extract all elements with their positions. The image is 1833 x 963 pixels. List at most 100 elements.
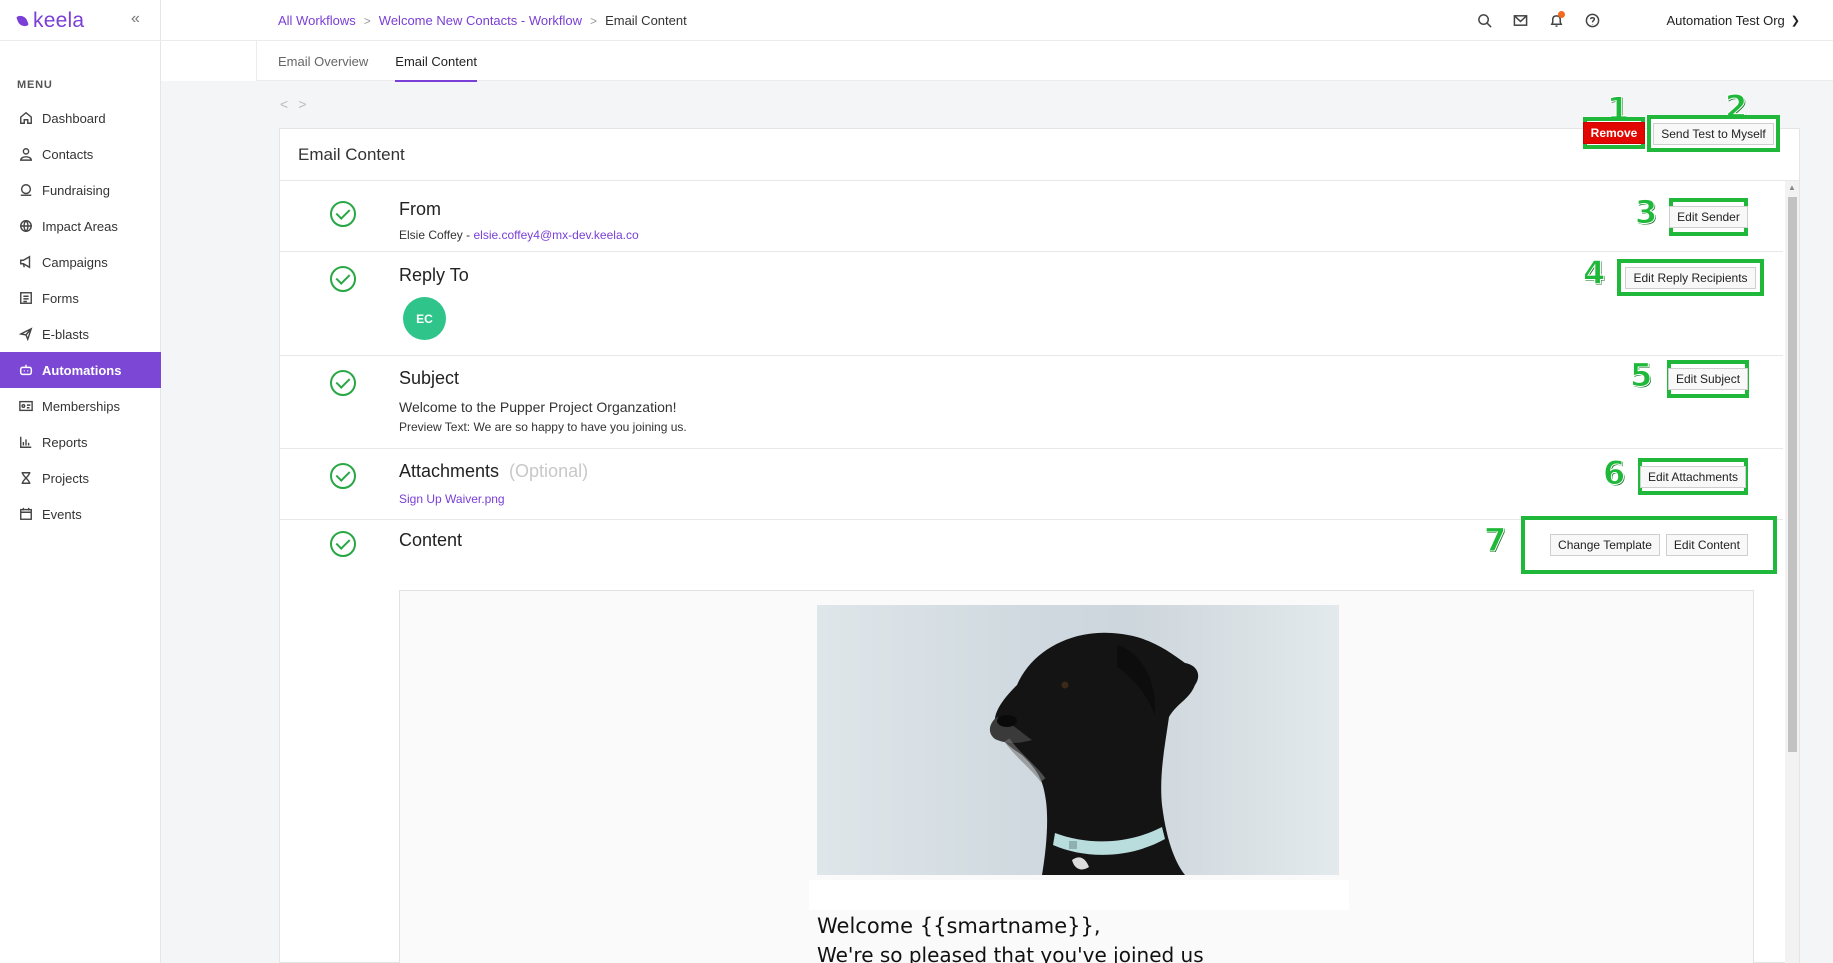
hourglass-icon: [19, 471, 33, 485]
change-template-button[interactable]: Change Template: [1550, 534, 1660, 556]
sidebar-item-label: Events: [42, 506, 82, 522]
subject-section: Subject Welcome to the Pupper Project Or…: [280, 356, 1783, 449]
globe-icon: [19, 219, 33, 233]
subject-text: Welcome to the Pupper Project Organzatio…: [399, 399, 677, 415]
sidebar-item-memberships[interactable]: Memberships: [0, 388, 161, 424]
sidebar-item-automations[interactable]: Automations: [0, 352, 161, 388]
scrollbar[interactable]: ▲: [1785, 181, 1799, 963]
megaphone-icon: [19, 255, 33, 269]
menu-label: MENU: [17, 79, 53, 91]
mail-icon[interactable]: [1511, 11, 1529, 29]
next-arrow-icon[interactable]: >: [298, 96, 306, 112]
tabs: Email Overview Email Content: [257, 41, 1833, 82]
logo-text: keela: [33, 9, 85, 32]
sidebar-item-label: Contacts: [42, 146, 94, 162]
scroll-up-icon[interactable]: ▲: [1788, 183, 1796, 192]
sidebar-item-dashboard[interactable]: Dashboard: [0, 100, 161, 136]
subject-title: Subject: [399, 368, 460, 388]
tab-email-overview[interactable]: Email Overview: [278, 41, 368, 81]
annotation-number: 3: [1634, 193, 1658, 231]
chevron-down-icon: ❯: [1790, 15, 1800, 27]
breadcrumb-separator: >: [590, 13, 598, 28]
breadcrumb-workflow[interactable]: Welcome New Contacts - Workflow: [379, 13, 582, 28]
sidebar-item-reports[interactable]: Reports: [0, 424, 161, 460]
sidebar-item-label: Impact Areas: [42, 218, 118, 234]
reply-to-title: Reply To: [399, 265, 469, 285]
dog-photo-image: [817, 605, 1339, 875]
email-content-card: Email Content 1 Remove 2 Send Test to My…: [279, 91, 1800, 963]
preview-text: Preview Text: We are so happy to have yo…: [399, 420, 687, 434]
keela-logo[interactable]: keela: [16, 9, 85, 32]
top-icons: [1475, 11, 1601, 29]
breadcrumb: All Workflows > Welcome New Contacts - W…: [278, 13, 687, 28]
prev-arrow-icon[interactable]: <: [280, 96, 288, 112]
edit-subject-button[interactable]: Edit Subject: [1667, 368, 1749, 390]
collapse-sidebar-icon[interactable]: «: [131, 10, 140, 28]
sidebar-item-forms[interactable]: Forms: [0, 280, 161, 316]
remove-button[interactable]: Remove: [1582, 122, 1646, 144]
sidebar-divider: [0, 40, 161, 41]
reply-to-section: Reply To EC 4 Edit Reply Recipients: [280, 252, 1783, 356]
help-icon[interactable]: [1583, 11, 1601, 29]
tab-email-content[interactable]: Email Content: [395, 41, 477, 82]
annotation-number: 7: [1483, 521, 1507, 559]
sidebar-item-e-blasts[interactable]: E-blasts: [0, 316, 161, 352]
user-icon: [19, 147, 33, 161]
sidebar: keela « MENU Dashboard Contacts Fundrais…: [0, 0, 161, 963]
sidebar-item-label: Dashboard: [42, 110, 106, 126]
content-buttons-highlight: Change Template Edit Content: [1521, 516, 1777, 574]
sidebar-item-campaigns[interactable]: Campaigns: [0, 244, 161, 280]
notification-dot: [1558, 11, 1565, 18]
donation-icon: [19, 183, 33, 197]
send-test-button-highlight: Send Test to Myself: [1647, 115, 1780, 152]
check-circle-icon: [330, 201, 356, 227]
sidebar-item-label: Campaigns: [42, 254, 108, 270]
chart-icon: [19, 435, 33, 449]
send-icon: [19, 327, 33, 341]
sidebar-item-projects[interactable]: Projects: [0, 460, 161, 496]
sender-name: Elsie Coffey -: [399, 228, 474, 242]
org-switcher[interactable]: Automation Test Org ❯: [1667, 13, 1800, 28]
email-preview: Welcome {{smartname}}, We're so pleased …: [399, 590, 1754, 963]
from-value: Elsie Coffey - elsie.coffey4@mx-dev.keel…: [399, 228, 639, 242]
breadcrumb-separator: >: [363, 13, 371, 28]
id-card-icon: [19, 399, 33, 413]
tabs-gutter: [161, 41, 257, 81]
robot-icon: [19, 363, 33, 377]
sidebar-item-contacts[interactable]: Contacts: [0, 136, 161, 172]
breadcrumb-all-workflows[interactable]: All Workflows: [278, 13, 356, 28]
pager: < >: [280, 96, 306, 112]
sidebar-item-fundraising[interactable]: Fundraising: [0, 172, 161, 208]
edit-reply-recipients-button[interactable]: Edit Reply Recipients: [1625, 266, 1756, 289]
keela-logo-icon: [16, 13, 30, 29]
content-title: Content: [399, 530, 463, 550]
annotation-number: 5: [1629, 356, 1653, 394]
card-title: Email Content: [298, 144, 405, 164]
avatar: EC: [403, 297, 446, 340]
edit-attachments-button[interactable]: Edit Attachments: [1639, 465, 1747, 488]
email-body: We're so pleased that you've joined us: [817, 943, 1204, 963]
email-preview-band: [809, 880, 1349, 910]
sidebar-item-label: Forms: [42, 290, 79, 306]
search-icon[interactable]: [1475, 11, 1493, 29]
check-circle-icon: [330, 531, 356, 557]
from-title: From: [399, 199, 441, 219]
attachments-section: Attachments (Optional) Sign Up Waiver.png…: [280, 449, 1783, 520]
edit-content-button[interactable]: Edit Content: [1665, 534, 1748, 556]
bell-icon[interactable]: [1547, 11, 1565, 29]
sidebar-nav: Dashboard Contacts Fundraising Impact Ar…: [0, 100, 161, 532]
attachments-label: Attachments: [399, 461, 500, 481]
sidebar-item-events[interactable]: Events: [0, 496, 161, 532]
sidebar-item-impact-areas[interactable]: Impact Areas: [0, 208, 161, 244]
edit-attachments-highlight: Edit Attachments: [1638, 458, 1748, 495]
attachment-file-link[interactable]: Sign Up Waiver.png: [399, 492, 505, 506]
edit-sender-button[interactable]: Edit Sender: [1669, 206, 1748, 228]
sidebar-item-label: Projects: [42, 470, 89, 486]
annotation-number: 6: [1602, 454, 1626, 492]
sender-email[interactable]: elsie.coffey4@mx-dev.keela.co: [473, 228, 638, 242]
send-test-button[interactable]: Send Test to Myself: [1653, 122, 1774, 145]
scroll-thumb[interactable]: [1788, 197, 1797, 752]
edit-sender-highlight: Edit Sender: [1669, 198, 1748, 236]
check-circle-icon: [330, 370, 356, 396]
check-circle-icon: [330, 266, 356, 292]
